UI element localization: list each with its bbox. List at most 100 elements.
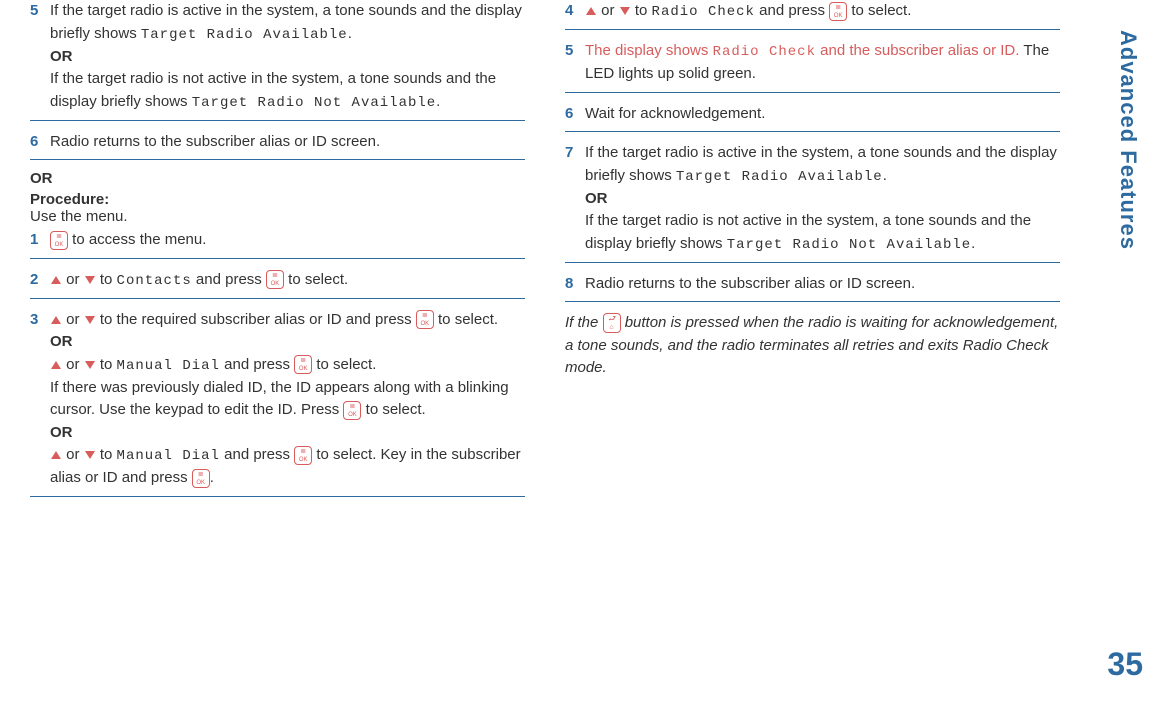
step-6-left: 6 Radio returns to the subscriber alias … (30, 131, 525, 154)
separator (565, 92, 1060, 93)
ok-button-icon (294, 446, 312, 465)
ok-button-icon (266, 270, 284, 289)
step-text: Wait for acknowledgement. (585, 103, 1060, 126)
text: If there was previously dialed ID, the I… (50, 379, 509, 419)
step-text: to access the menu. (50, 229, 525, 252)
text: to (631, 2, 652, 19)
text: to select. (284, 271, 348, 288)
up-arrow-icon (51, 451, 61, 459)
step-text: Radio returns to the subscriber alias or… (585, 273, 1060, 296)
procedure-heading: Procedure: (30, 191, 525, 208)
step-number: 3 (30, 309, 50, 490)
left-column: 5 If the target radio is active in the s… (30, 0, 525, 703)
back-button-icon (603, 313, 621, 333)
ok-button-icon (416, 310, 434, 329)
down-arrow-icon (85, 316, 95, 324)
procedure-block: Procedure: Use the menu. (30, 191, 525, 225)
step-8-right: 8 Radio returns to the subscriber alias … (565, 273, 1060, 296)
step-text: or to Contacts and press to select. (50, 269, 525, 292)
up-arrow-icon (51, 316, 61, 324)
or-block: OR (30, 170, 525, 187)
step-6-right: 6 Wait for acknowledgement. (565, 103, 1060, 126)
menu-item: Manual Dial (117, 358, 220, 374)
up-arrow-icon (586, 7, 596, 15)
step-number: 1 (30, 229, 50, 252)
menu-item: Contacts (117, 273, 192, 289)
separator (565, 29, 1060, 30)
step-number: 7 (565, 142, 585, 256)
up-arrow-icon (51, 361, 61, 369)
up-arrow-icon (51, 276, 61, 284)
step-number: 6 (565, 103, 585, 126)
text: to (96, 356, 117, 373)
page-number: 35 (1107, 646, 1143, 683)
procedure-text: Use the menu. (30, 208, 525, 225)
text: . (210, 469, 214, 486)
ok-button-icon (50, 231, 68, 250)
separator (30, 258, 525, 259)
down-arrow-icon (85, 276, 95, 284)
or-label: OR (585, 190, 608, 207)
step-5-right: 5 The display shows Radio Check and the … (565, 40, 1060, 86)
text: to the required subscriber alias or ID a… (96, 311, 416, 328)
step-text: or to Radio Check and press to select. (585, 0, 1060, 23)
display-text: Target Radio Not Available (192, 95, 436, 111)
down-arrow-icon (85, 451, 95, 459)
or-label: OR (50, 48, 73, 65)
text: or (62, 271, 84, 288)
text: or (62, 311, 84, 328)
step-number: 6 (30, 131, 50, 154)
step-number: 2 (30, 269, 50, 292)
text: and press (220, 446, 294, 463)
text: If the (565, 314, 603, 331)
step-text: or to the required subscriber alias or I… (50, 309, 525, 490)
separator (30, 159, 525, 160)
text: . (436, 93, 440, 110)
or-label: OR (50, 424, 73, 441)
separator (30, 496, 525, 497)
text: The display shows (585, 42, 713, 59)
separator (565, 131, 1060, 132)
down-arrow-icon (620, 7, 630, 15)
text: to (96, 271, 117, 288)
step-7-right: 7 If the target radio is active in the s… (565, 142, 1060, 256)
step-text: If the target radio is active in the sys… (50, 0, 525, 114)
ok-button-icon (294, 355, 312, 374)
ok-button-icon (192, 469, 210, 488)
text: and press (755, 2, 829, 19)
right-column: 4 or to Radio Check and press to select.… (565, 0, 1060, 703)
display-text: Target Radio Available (676, 169, 883, 185)
text: to (96, 446, 117, 463)
text: to select. (847, 2, 911, 19)
step-number: 4 (565, 0, 585, 23)
separator (30, 120, 525, 121)
or-label: OR (50, 333, 73, 350)
step-1: 1 to access the menu. (30, 229, 525, 252)
text: or (62, 356, 84, 373)
display-text: Target Radio Available (141, 27, 348, 43)
text: or (62, 446, 84, 463)
text: . (348, 25, 352, 42)
text: and press (220, 356, 294, 373)
display-text: Radio Check (713, 44, 816, 60)
display-text: Target Radio Not Available (727, 237, 971, 253)
separator (565, 262, 1060, 263)
step-number: 5 (30, 0, 50, 114)
text: . (971, 235, 975, 252)
step-text: The display shows Radio Check and the su… (585, 40, 1060, 86)
menu-item: Manual Dial (117, 448, 220, 464)
text: button is pressed when the radio is wait… (565, 314, 1058, 376)
text: to select. (361, 401, 425, 418)
ok-button-icon (343, 401, 361, 420)
section-title: Advanced Features (1115, 30, 1141, 250)
text: and press (192, 271, 266, 288)
step-text: Radio returns to the subscriber alias or… (50, 131, 525, 154)
menu-item: Radio Check (652, 4, 755, 20)
text: . (883, 167, 887, 184)
down-arrow-icon (85, 361, 95, 369)
text: to access the menu. (68, 231, 206, 248)
step-4-right: 4 or to Radio Check and press to select. (565, 0, 1060, 23)
separator (30, 298, 525, 299)
text: to select. (312, 356, 376, 373)
step-number: 5 (565, 40, 585, 86)
